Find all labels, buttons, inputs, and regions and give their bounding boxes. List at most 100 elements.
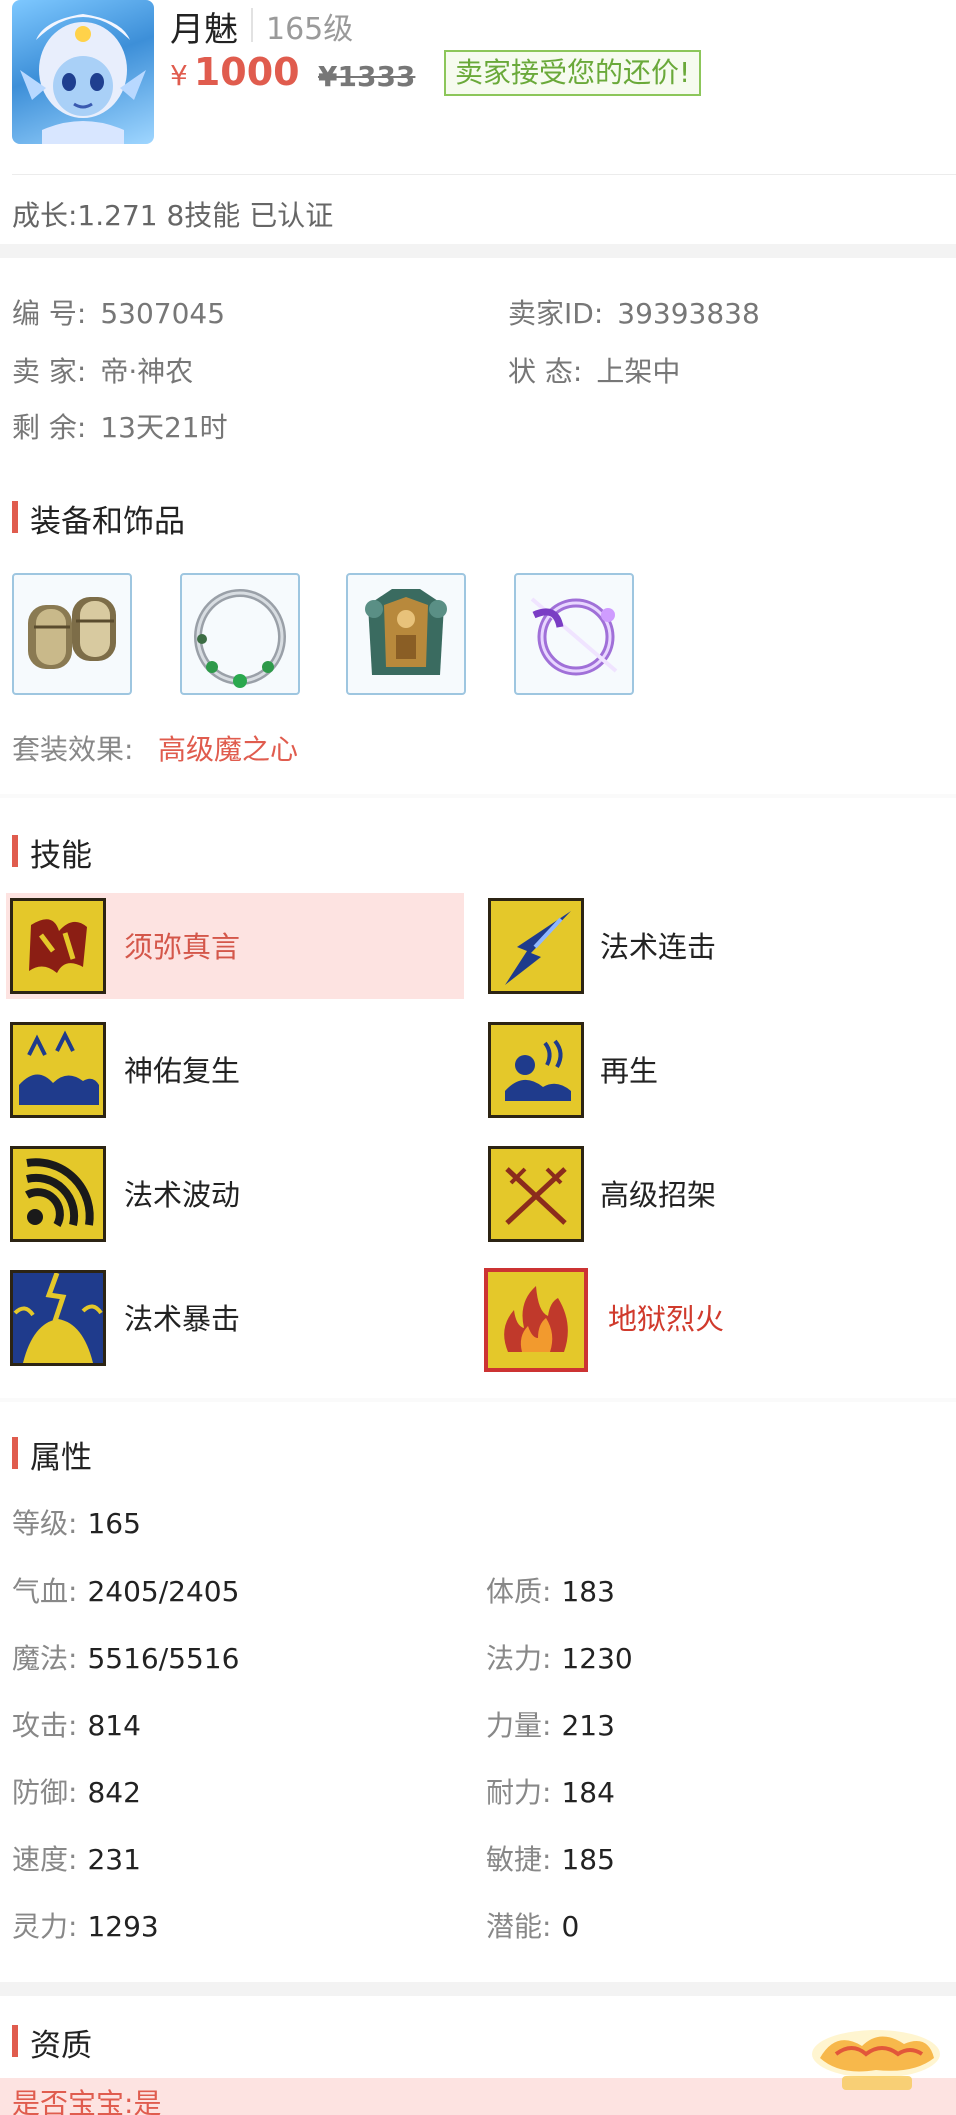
section-gap: [0, 244, 956, 258]
attr-label: 速度:: [12, 1843, 78, 1876]
attr-value: 165: [87, 1507, 141, 1540]
attr-defense: 防御: 842: [12, 1771, 141, 1811]
attr-label: 潜能:: [486, 1910, 552, 1943]
game-logo-watermark: [812, 2030, 940, 2090]
attr-value: 185: [561, 1843, 615, 1876]
necklace-icon: [194, 589, 286, 688]
price-value: 1000: [193, 50, 300, 94]
seller-id: 卖家ID: 39393838: [508, 292, 760, 332]
regen-icon[interactable]: [488, 1022, 584, 1118]
attr-value: 183: [561, 1575, 615, 1608]
skill-name: 地狱烈火: [608, 1302, 725, 1336]
skill-name: 须弥真言: [124, 930, 241, 964]
seller: 卖 家: 帝·神农: [12, 350, 193, 390]
pet-avatar[interactable]: [12, 0, 154, 144]
skill-name: 法术波动: [124, 1178, 241, 1212]
skill-name: 神佑复生: [124, 1054, 241, 1088]
attr-label: 攻击:: [12, 1709, 78, 1742]
bracer-icon: [28, 597, 116, 669]
equipment-section-title: 装备和饰品: [12, 496, 185, 541]
attr-value: 5516/5516: [87, 1642, 240, 1675]
attr-label: 灵力:: [12, 1910, 78, 1943]
seller-id-label: 卖家ID:: [508, 297, 604, 330]
seller-label: 卖 家:: [12, 355, 87, 388]
attributes-section-title: 属性: [12, 1432, 92, 1477]
skill-name: 高级招架: [600, 1178, 717, 1212]
attr-value: 0: [561, 1910, 580, 1943]
section-gap: [0, 794, 956, 798]
attr-value: 842: [87, 1776, 141, 1809]
pet-portrait-icon: [20, 14, 146, 144]
attr-strength: 力量: 213: [486, 1704, 615, 1744]
skill-name: 再生: [600, 1054, 659, 1088]
section-gap: [0, 1398, 956, 1402]
item-id: 编 号: 5307045: [12, 292, 225, 332]
current-price: ¥1000: [170, 50, 300, 94]
attr-label: 法力:: [486, 1642, 552, 1675]
attr-speed: 速度: 231: [12, 1838, 141, 1878]
spell-crit-icon[interactable]: [10, 1270, 106, 1366]
attr-label: 魔法:: [12, 1642, 78, 1675]
attr-level: 等级: 165: [12, 1502, 141, 1542]
section-gap: [0, 1982, 956, 1996]
attr-value: 2405/2405: [87, 1575, 240, 1608]
divider: [12, 174, 956, 175]
attr-hp: 气血: 2405/2405: [12, 1570, 239, 1610]
attr-label: 力量:: [486, 1709, 552, 1742]
attr-label: 耐力:: [486, 1776, 552, 1809]
attr-value: 814: [87, 1709, 141, 1742]
set-effect-value: 高级魔之心: [158, 733, 299, 766]
time-remaining: 剩 余: 13天21时: [12, 406, 228, 446]
status-value: 上架中: [596, 355, 681, 388]
attr-magic: 法力: 1230: [486, 1637, 633, 1677]
set-effect-label: 套装效果:: [12, 733, 134, 766]
attr-value: 1293: [87, 1910, 159, 1943]
spell-wave-icon[interactable]: [10, 1146, 106, 1242]
attr-potential: 潜能: 0: [486, 1905, 579, 1945]
attr-label: 等级:: [12, 1507, 78, 1540]
is-baby-label: 是否宝宝:: [12, 2087, 134, 2115]
status: 状 态: 上架中: [508, 350, 680, 390]
attr-attack: 攻击: 814: [12, 1704, 141, 1744]
attr-label: 体质:: [486, 1575, 552, 1608]
attr-agility: 敏捷: 185: [486, 1838, 615, 1878]
hellfire-icon[interactable]: [482, 1266, 590, 1374]
aptitude-section-title: 资质: [12, 2020, 92, 2065]
skill-name: 法术连击: [600, 930, 717, 964]
attr-constitution: 体质: 183: [486, 1570, 615, 1610]
skills-section-title: 技能: [12, 830, 92, 875]
attr-endurance: 耐力: 184: [486, 1771, 615, 1811]
attr-label: 气血:: [12, 1575, 78, 1608]
divine-revive-icon[interactable]: [10, 1022, 106, 1118]
attr-value: 231: [87, 1843, 141, 1876]
equipment-slot-2[interactable]: [180, 573, 300, 695]
time-remaining-value: 13天21时: [100, 411, 228, 444]
advanced-parry-icon[interactable]: [488, 1146, 584, 1242]
attr-spirit: 灵力: 1293: [12, 1905, 159, 1945]
seller-id-value: 39393838: [617, 297, 760, 330]
item-id-value: 5307045: [100, 297, 226, 330]
attr-label: 防御:: [12, 1776, 78, 1809]
seller-value: 帝·神农: [100, 355, 194, 388]
attr-value: 1230: [561, 1642, 633, 1675]
growth-summary: 成长:1.271 8技能 已认证: [12, 199, 334, 232]
item-id-label: 编 号:: [12, 297, 87, 330]
original-price: ¥1333: [318, 60, 416, 93]
equipment-slot-1[interactable]: [12, 573, 132, 695]
counter-offer-badge: 卖家接受您的还价!: [444, 50, 702, 96]
attr-label: 敏捷:: [486, 1843, 552, 1876]
divider: [251, 8, 253, 42]
spell-combo-icon[interactable]: [488, 898, 584, 994]
is-baby: 是否宝宝:是: [12, 2082, 161, 2115]
time-remaining-label: 剩 余:: [12, 411, 87, 444]
currency-symbol: ¥: [170, 59, 188, 92]
is-baby-value: 是: [133, 2087, 162, 2115]
equipment-slot-4[interactable]: [514, 573, 634, 695]
pet-name: 月魅: [170, 10, 238, 50]
attr-value: 184: [561, 1776, 615, 1809]
skill-name: 法术暴击: [124, 1302, 241, 1336]
status-label: 状 态:: [508, 355, 583, 388]
pet-header: 月魅 165级 ¥1000 ¥1333 卖家接受您的还价!: [0, 0, 956, 172]
equipment-slot-3[interactable]: [346, 573, 466, 695]
sumeru-mantra-icon[interactable]: [10, 898, 106, 994]
